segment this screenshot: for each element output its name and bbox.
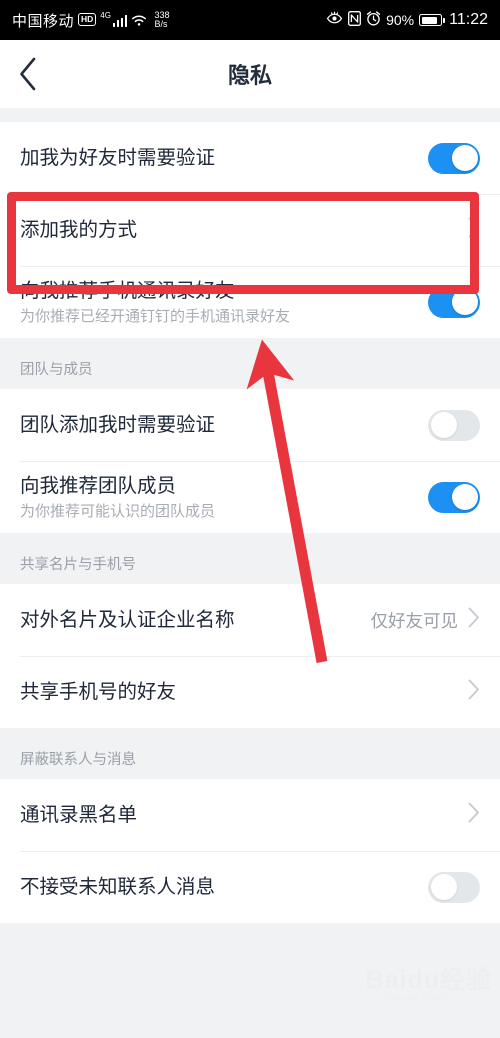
row-recommend-phone-contacts[interactable]: 向我推荐手机通讯录好友 为你推荐已经开通钉钉的手机通讯录好友 <box>0 266 500 338</box>
row-texts: 加我为好友时需要验证 <box>20 145 428 171</box>
row-texts: 共享手机号的好友 <box>20 679 468 705</box>
back-chevron-icon <box>18 57 38 91</box>
row-right <box>468 679 480 705</box>
carrier-label: 中国移动 <box>12 12 75 30</box>
row-texts: 添加我的方式 <box>20 217 468 243</box>
row-texts: 向我推荐团队成员 为你推荐可能认识的团队成员 <box>20 473 428 522</box>
settings-group-team: 团队添加我时需要验证 向我推荐团队成员 为你推荐可能认识的团队成员 <box>0 389 500 533</box>
watermark-main-text: Baidu经验 <box>365 966 492 994</box>
row-right <box>428 871 480 903</box>
row-right <box>428 481 480 513</box>
row-subtitle: 为你推荐已经开通钉钉的手机通讯录好友 <box>20 307 291 325</box>
row-subtitle: 为你推荐可能认识的团队成员 <box>20 502 216 520</box>
row-title: 添加我的方式 <box>20 219 138 241</box>
settings-group-block: 通讯录黑名单 不接受未知联系人消息 <box>0 779 500 923</box>
row-phone-shared-friends[interactable]: 共享手机号的好友 <box>0 656 500 728</box>
page-title: 隐私 <box>227 63 272 88</box>
row-texts: 对外名片及认证企业名称 <box>20 607 371 633</box>
watermark: Baidu经验 jingyan.baidu.com <box>366 967 492 1004</box>
clock-label: 11:22 <box>449 11 488 28</box>
row-title: 向我推荐手机通讯录好友 <box>20 279 235 302</box>
row-right <box>428 286 480 318</box>
row-how-to-add-me[interactable]: 添加我的方式 <box>0 194 500 266</box>
toggle-reject-unknown-messages[interactable] <box>428 871 480 903</box>
status-bar: 中国移动 HD 4G 338 B/s 90% 11:22 <box>0 0 500 40</box>
row-reject-unknown-messages[interactable]: 不接受未知联系人消息 <box>0 851 500 923</box>
eye-off-icon <box>326 11 343 29</box>
row-texts: 通讯录黑名单 <box>20 802 468 828</box>
toggle-recommend-phone-contacts[interactable] <box>428 286 480 318</box>
nfc-icon <box>348 10 362 30</box>
row-right: 仅好友可见 <box>371 607 481 633</box>
status-bar-right: 90% 11:22 <box>326 10 488 30</box>
battery-percent-label: 90% <box>386 12 415 28</box>
alarm-clock-icon <box>366 10 381 30</box>
battery-icon <box>419 14 446 26</box>
row-right <box>428 142 480 174</box>
data-speed-indicator: 338 B/s <box>154 11 169 29</box>
row-friend-request-verification[interactable]: 加我为好友时需要验证 <box>0 122 500 194</box>
row-title: 通讯录黑名单 <box>20 804 138 826</box>
row-title: 不接受未知联系人消息 <box>20 876 216 898</box>
toggle-recommend-team-members[interactable] <box>428 481 480 513</box>
data-speed-unit: B/s <box>154 19 168 29</box>
section-header-team: 团队与成员 <box>0 338 500 389</box>
row-title: 加我为好友时需要验证 <box>20 147 216 169</box>
section-header-block: 屏蔽联系人与消息 <box>0 728 500 779</box>
row-texts: 不接受未知联系人消息 <box>20 874 428 900</box>
row-value: 仅好友可见 <box>370 610 459 631</box>
content-top-gap <box>0 108 500 122</box>
row-right <box>468 217 480 243</box>
chevron-right-icon <box>468 802 480 828</box>
status-bar-left: 中国移动 HD 4G 338 B/s <box>12 10 170 31</box>
row-title: 向我推荐团队成员 <box>20 474 177 497</box>
wifi-icon <box>131 14 147 27</box>
chevron-right-icon <box>468 607 480 633</box>
toggle-team-add-verification[interactable] <box>428 409 480 441</box>
network-type-label: 4G <box>100 10 111 20</box>
chevron-right-icon <box>468 679 480 705</box>
settings-group-contact: 加我为好友时需要验证 添加我的方式 向我推荐手机通讯录好友 为你推荐已经开通钉钉… <box>0 122 500 338</box>
row-recommend-team-members[interactable]: 向我推荐团队成员 为你推荐可能认识的团队成员 <box>0 461 500 533</box>
hd-icon: HD <box>78 12 97 26</box>
row-texts: 团队添加我时需要验证 <box>20 412 428 438</box>
row-title: 团队添加我时需要验证 <box>20 414 216 436</box>
row-right <box>468 802 480 828</box>
row-right <box>428 409 480 441</box>
row-texts: 向我推荐手机通讯录好友 为你推荐已经开通钉钉的手机通讯录好友 <box>20 278 428 327</box>
chevron-right-icon <box>468 217 480 243</box>
toggle-friend-request-verification[interactable] <box>428 142 480 174</box>
signal-bars-icon <box>112 14 128 27</box>
watermark-sub-text: jingyan.baidu.com <box>384 993 474 1004</box>
back-button[interactable] <box>0 40 56 108</box>
section-header-share-card: 共享名片与手机号 <box>0 533 500 584</box>
settings-group-share-card: 对外名片及认证企业名称 仅好友可见 共享手机号的好友 <box>0 584 500 728</box>
nav-bar: 隐私 <box>0 40 500 108</box>
row-title: 对外名片及认证企业名称 <box>20 609 235 631</box>
row-external-business-card[interactable]: 对外名片及认证企业名称 仅好友可见 <box>0 584 500 656</box>
row-title: 共享手机号的好友 <box>20 681 177 703</box>
row-team-add-verification[interactable]: 团队添加我时需要验证 <box>0 389 500 461</box>
row-contact-blacklist[interactable]: 通讯录黑名单 <box>0 779 500 851</box>
